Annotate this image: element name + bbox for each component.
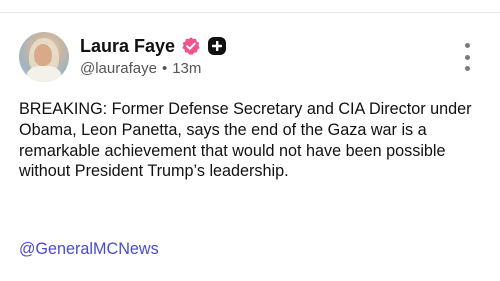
- author-meta-row: @laurafaye • 13m: [80, 59, 201, 79]
- avatar-body: [27, 66, 61, 82]
- post-body-text: BREAKING: Former Defense Secretary and C…: [19, 100, 472, 181]
- post-timestamp[interactable]: 13m: [172, 59, 201, 79]
- plus-badge-icon: [208, 37, 227, 55]
- verified-check-icon: [182, 37, 200, 55]
- author-handle[interactable]: @laurafaye: [80, 59, 157, 79]
- author-name-row: Laura Faye: [80, 35, 227, 57]
- app-frame: Laura Faye @laurafaye • 13m BREAKING: Fo…: [0, 0, 500, 281]
- more-dot: [464, 54, 470, 60]
- mention-link[interactable]: @GeneralMCNews: [19, 239, 159, 259]
- meta-separator: •: [161, 60, 168, 77]
- avatar-face: [34, 44, 52, 66]
- more-dot: [464, 66, 470, 71]
- more-vertical-icon[interactable]: [460, 43, 474, 71]
- more-dot: [464, 43, 470, 48]
- avatar[interactable]: [19, 32, 69, 82]
- post-card[interactable]: Laura Faye @laurafaye • 13m BREAKING: Fo…: [0, 13, 500, 281]
- author-display-name[interactable]: Laura Faye: [80, 35, 175, 57]
